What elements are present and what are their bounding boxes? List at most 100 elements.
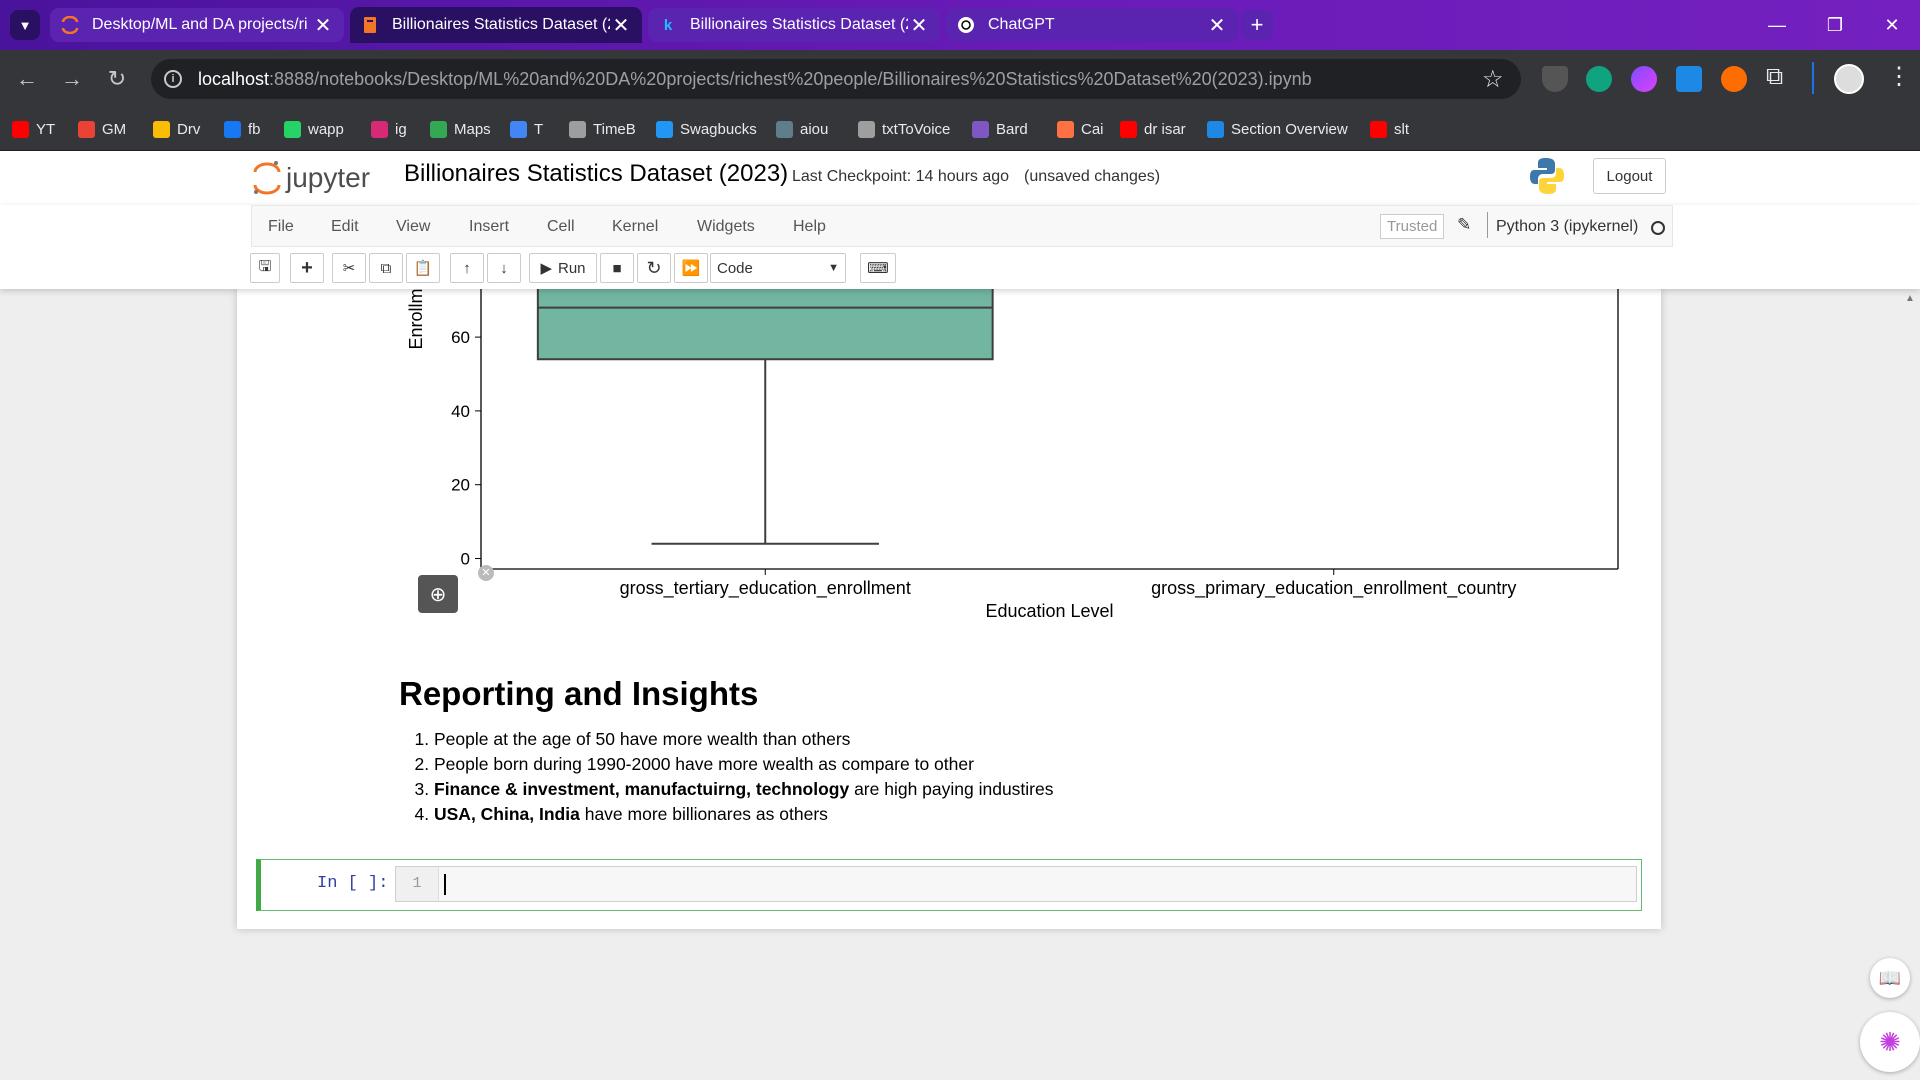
bookmark-label: Maps — [454, 120, 491, 138]
bookmark-aiou[interactable]: aiou — [776, 108, 828, 150]
bookmark-swagbucks[interactable]: Swagbucks — [656, 108, 757, 150]
close-icon[interactable]: ✕ — [312, 13, 334, 38]
notebook-title[interactable]: Billionaires Statistics Dataset (2023) — [404, 160, 788, 188]
insert-cell-icon[interactable]: + — [290, 253, 324, 283]
cell-type-select[interactable]: Code ▼ — [710, 253, 846, 283]
bookmark-timeb[interactable]: TimeB — [569, 108, 636, 150]
menu-help[interactable]: Help — [793, 218, 826, 236]
bookmark-drv[interactable]: Drv — [153, 108, 200, 150]
menu-widgets[interactable]: Widgets — [697, 218, 755, 236]
move-up-icon[interactable]: ↑ — [450, 253, 484, 283]
menu-kernel[interactable]: Kernel — [612, 218, 658, 236]
extensions-puzzle-icon[interactable]: ⧉ — [1766, 63, 1783, 91]
menu-insert[interactable]: Insert — [469, 218, 509, 236]
bookmark-label: Section Overview — [1231, 120, 1348, 138]
kernel-idle-icon — [1651, 221, 1665, 235]
bookmark-t[interactable]: T — [510, 108, 543, 150]
chatgpt-extension-icon[interactable] — [1586, 66, 1612, 92]
bookmark-favicon-icon — [1207, 120, 1224, 138]
bookmark-bard[interactable]: Bard — [972, 108, 1028, 150]
back-arrow-icon[interactable]: ← — [10, 62, 44, 96]
tab-notebook-active[interactable]: Billionaires Statistics Dataset (2 ✕ — [350, 7, 642, 43]
insight-item: Finance & investment, manufactuirng, tec… — [434, 777, 1599, 802]
pencil-icon[interactable]: ✎ — [1457, 215, 1471, 235]
bookmark-favicon-icon — [153, 120, 170, 138]
output-widget-icon[interactable]: ⊕ — [418, 575, 458, 613]
bookmark-fb[interactable]: fb — [224, 108, 261, 150]
insight-text: have more billionares as others — [579, 804, 828, 824]
bookmark-dr-isar[interactable]: dr isar — [1120, 108, 1186, 150]
new-tab-button[interactable]: + — [1241, 10, 1273, 40]
paste-icon[interactable]: 📋 — [406, 253, 440, 283]
bookmark-ig[interactable]: ig — [371, 108, 407, 150]
bookmark-label: slt — [1394, 120, 1409, 138]
tab-jupyter-tree[interactable]: Desktop/ML and DA projects/ri ✕ — [50, 8, 344, 42]
run-button[interactable]: ▶ Run — [529, 253, 597, 283]
menu-cell[interactable]: Cell — [547, 218, 575, 236]
browser-menu-icon[interactable]: ⋮ — [1887, 62, 1911, 91]
bookmark-favicon-icon — [12, 120, 29, 138]
bookmark-cai[interactable]: Cai — [1057, 108, 1104, 150]
scroll-up-icon[interactable]: ▲ — [1905, 293, 1915, 304]
restore-icon[interactable]: ❐ — [1806, 0, 1864, 50]
menu-view[interactable]: View — [396, 218, 430, 236]
y-tick-label: 60 — [451, 328, 470, 347]
logout-button[interactable]: Logout — [1593, 158, 1666, 194]
chatgpt-icon — [956, 15, 976, 35]
profile-avatar[interactable] — [1834, 64, 1864, 94]
keyboard-icon[interactable]: ⌨ — [860, 253, 896, 283]
tab-search-icon[interactable]: ▼ — [10, 10, 40, 40]
site-info-icon[interactable]: i — [164, 70, 182, 88]
code-editor[interactable]: 1 — [395, 866, 1637, 902]
jupyter-header: jupyter Billionaires Statistics Dataset … — [0, 151, 1920, 205]
copy-icon[interactable]: ⧉ — [369, 253, 403, 283]
cut-icon[interactable]: ✂ — [332, 253, 366, 283]
bookmark-slt[interactable]: slt — [1370, 108, 1409, 150]
bookmark-gm[interactable]: GM — [78, 108, 126, 150]
cell-prompt: In [ ]: — [317, 874, 389, 893]
close-icon[interactable]: ✕ — [1206, 13, 1228, 38]
close-icon[interactable]: ✕ — [908, 13, 930, 38]
code-cell[interactable]: In [ ]: 1 — [256, 859, 1642, 911]
fire-extension-icon[interactable] — [1721, 66, 1747, 92]
window-close-icon[interactable]: ✕ — [1864, 0, 1920, 50]
bookmark-txttovoice[interactable]: txtToVoice — [858, 108, 950, 150]
checkpoint-status: Last Checkpoint: 14 hours ago — [792, 168, 1010, 185]
close-icon[interactable]: ✕ — [610, 13, 632, 38]
bookmark-favicon-icon — [78, 120, 95, 138]
bing-extension-icon[interactable] — [1676, 66, 1702, 92]
text-cursor — [444, 874, 446, 895]
trusted-indicator[interactable]: Trusted — [1380, 214, 1445, 239]
bookmark-favicon-icon — [371, 120, 388, 138]
python-logo-icon — [1530, 158, 1564, 194]
fast-forward-icon[interactable]: ⏩ — [674, 253, 708, 283]
reload-icon[interactable]: ↻ — [100, 62, 134, 96]
restart-icon[interactable]: ↻ — [637, 253, 671, 283]
shield-extension-icon[interactable] — [1542, 66, 1568, 92]
bookmark-label: txtToVoice — [882, 120, 951, 138]
bookmark-maps[interactable]: Maps — [430, 108, 491, 150]
save-icon[interactable]: 🖫 — [250, 253, 280, 283]
bookmark-wapp[interactable]: wapp — [284, 108, 344, 150]
forward-arrow-icon[interactable]: → — [55, 62, 89, 96]
address-bar[interactable]: i localhost:8888/notebooks/Desktop/ML%20… — [151, 59, 1521, 99]
move-down-icon[interactable]: ↓ — [487, 253, 521, 283]
insight-item: People born during 1990-2000 have more w… — [434, 752, 1599, 777]
stop-icon[interactable]: ■ — [600, 253, 634, 283]
tab-chatgpt[interactable]: ChatGPT ✕ — [946, 8, 1238, 42]
menubar-divider — [1487, 212, 1488, 238]
bookmarks-bar: YT GM Drv fb wapp ig Maps T TimeB Swagbucks aiou tx… — [0, 108, 1920, 151]
bookmark-yt[interactable]: YT — [12, 108, 55, 150]
output-close-icon[interactable]: ✕ — [478, 565, 494, 581]
ai-assistant-icon[interactable]: ✺ — [1860, 1012, 1920, 1072]
reading-mode-icon[interactable]: 📖 — [1870, 958, 1910, 998]
bookmark-star-icon[interactable]: ☆ — [1482, 65, 1504, 94]
brain-extension-icon[interactable] — [1631, 66, 1657, 92]
tab-kaggle[interactable]: k Billionaires Statistics Dataset (2 ✕ — [648, 8, 940, 42]
minimize-icon[interactable]: — — [1748, 0, 1806, 50]
menu-edit[interactable]: Edit — [331, 218, 359, 236]
jupyter-logo[interactable]: jupyter — [252, 159, 370, 197]
menu-file[interactable]: File — [268, 218, 294, 236]
bookmark-favicon-icon — [430, 120, 447, 138]
bookmark-section-overview[interactable]: Section Overview — [1207, 108, 1348, 150]
